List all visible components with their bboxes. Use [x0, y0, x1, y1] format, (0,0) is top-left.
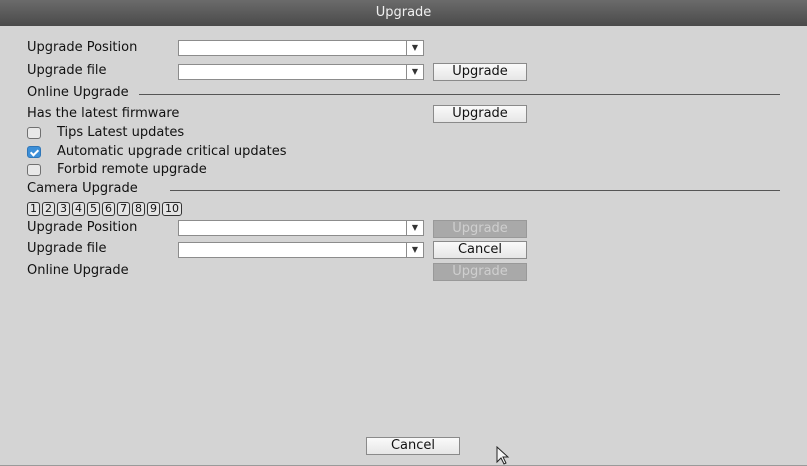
camera-upgrade-position-select[interactable]: ▼: [178, 220, 424, 236]
section-divider: [170, 190, 780, 191]
online-upgrade-button[interactable]: Upgrade: [433, 105, 527, 123]
camera-upgrade-button[interactable]: Upgrade: [433, 220, 527, 238]
channel-8-button[interactable]: 8: [132, 202, 145, 216]
camera-upgrade-position-label: Upgrade Position: [27, 220, 138, 235]
upgrade-button[interactable]: Upgrade: [433, 63, 527, 81]
cancel-button[interactable]: Cancel: [366, 437, 460, 455]
chevron-down-icon: ▼: [406, 41, 423, 55]
camera-upgrade-file-select[interactable]: ▼: [178, 242, 424, 258]
forbid-remote-upgrade-checkbox[interactable]: [27, 164, 41, 176]
tips-latest-updates-checkbox[interactable]: [27, 127, 41, 139]
auto-upgrade-critical-checkbox[interactable]: [27, 146, 41, 158]
upgrade-dialog: Upgrade Upgrade Position ▼ Upgrade file …: [0, 0, 807, 465]
channel-6-button[interactable]: 6: [102, 202, 115, 216]
upgrade-position-select[interactable]: ▼: [178, 40, 424, 56]
chevron-down-icon: ▼: [406, 65, 423, 79]
channel-10-button[interactable]: 10: [162, 202, 182, 216]
dialog-title: Upgrade: [0, 0, 807, 26]
chevron-down-icon: ▼: [406, 243, 423, 257]
camera-online-upgrade-label: Online Upgrade: [27, 263, 129, 278]
camera-upgrade-file-label: Upgrade file: [27, 241, 107, 256]
upgrade-file-label: Upgrade file: [27, 63, 107, 78]
channel-7-button[interactable]: 7: [117, 202, 130, 216]
camera-online-upgrade-button[interactable]: Upgrade: [433, 263, 527, 281]
channel-2-button[interactable]: 2: [42, 202, 55, 216]
tips-latest-updates-label: Tips Latest updates: [57, 125, 185, 140]
upgrade-position-label: Upgrade Position: [27, 40, 138, 55]
auto-upgrade-critical-label: Automatic upgrade critical updates: [57, 144, 287, 159]
camera-channel-selector: 1 2 3 4 5 6 7 8 9 10: [27, 202, 182, 216]
upgrade-file-select[interactable]: ▼: [178, 64, 424, 80]
chevron-down-icon: ▼: [406, 221, 423, 235]
channel-9-button[interactable]: 9: [147, 202, 160, 216]
channel-1-button[interactable]: 1: [27, 202, 40, 216]
mouse-pointer-icon: [496, 446, 510, 465]
camera-cancel-button[interactable]: Cancel: [433, 241, 527, 259]
online-upgrade-section-title: Online Upgrade: [27, 85, 129, 100]
channel-5-button[interactable]: 5: [87, 202, 100, 216]
camera-upgrade-section-title: Camera Upgrade: [27, 181, 138, 196]
channel-3-button[interactable]: 3: [57, 202, 70, 216]
channel-4-button[interactable]: 4: [72, 202, 85, 216]
section-divider: [139, 94, 780, 95]
firmware-status: Has the latest firmware: [27, 106, 180, 121]
forbid-remote-upgrade-label: Forbid remote upgrade: [57, 162, 207, 177]
